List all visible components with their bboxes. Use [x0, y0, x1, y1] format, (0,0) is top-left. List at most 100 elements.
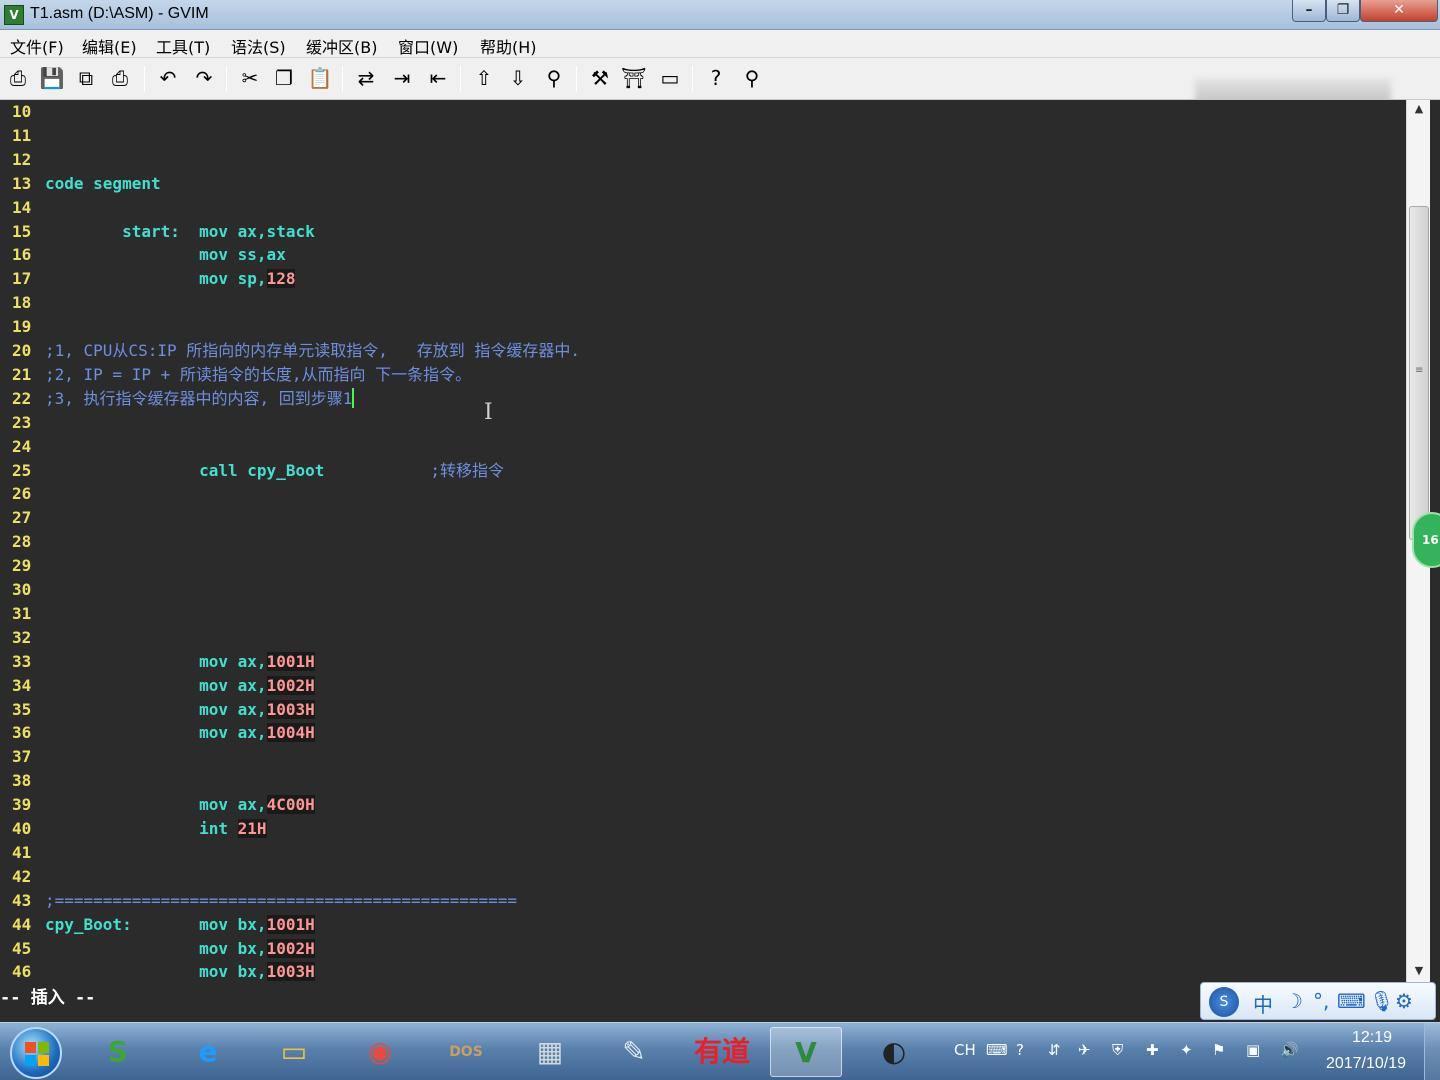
calculator-icon[interactable]: ▦: [514, 1027, 586, 1077]
help-icon[interactable]: ?: [702, 64, 730, 92]
code-line[interactable]: 45 mov bx,1002H: [0, 937, 315, 961]
code-line[interactable]: 37: [0, 745, 45, 769]
code-line[interactable]: 38: [0, 769, 45, 793]
minimize-button[interactable]: –: [1292, 0, 1326, 22]
start-button[interactable]: [10, 1027, 62, 1079]
menu-help[interactable]: 帮助(H): [480, 34, 537, 58]
language-indicator[interactable]: CH: [954, 1041, 976, 1059]
scroll-up-arrow-icon[interactable]: ▲: [1407, 102, 1431, 122]
satellite-icon[interactable]: ✈: [1078, 1041, 1091, 1059]
make-icon[interactable]: ⚒: [586, 64, 614, 92]
code-line[interactable]: 25 call cpy_Boot ;转移指令: [0, 459, 504, 483]
sogou-icon[interactable]: S: [82, 1027, 154, 1077]
code-line[interactable]: 29: [0, 554, 45, 578]
clock-date[interactable]: 2017/10/19: [1316, 1055, 1416, 1073]
code-line[interactable]: 40 int 21H: [0, 817, 267, 841]
code-line[interactable]: 24: [0, 435, 45, 459]
code-line[interactable]: 34 mov ax,1002H: [0, 674, 315, 698]
sogou-ime-icon[interactable]: S: [1209, 987, 1239, 1017]
action-center-flag-icon[interactable]: ⚑: [1212, 1041, 1225, 1059]
close-button[interactable]: ✕: [1360, 0, 1438, 22]
paste-icon[interactable]: 📋: [306, 64, 334, 92]
copy-icon[interactable]: ❐: [270, 64, 298, 92]
menu-edit[interactable]: 编辑(E): [82, 34, 137, 58]
run-script-icon[interactable]: ⚲: [540, 64, 568, 92]
help-tray-icon[interactable]: ?: [1016, 1041, 1024, 1059]
code-line[interactable]: 20 ;1, CPU从CS:IP 所指向的内存单元读取指令, 存放到 指令缓存器中…: [0, 339, 580, 363]
keyboard-icon[interactable]: ⌨: [986, 1041, 1008, 1059]
code-line[interactable]: 11: [0, 124, 45, 148]
ime-keyboard-icon[interactable]: ⌨: [1337, 989, 1366, 1013]
red-tray-icon[interactable]: ✦: [1180, 1041, 1193, 1059]
open-icon[interactable]: ⎙: [4, 64, 32, 92]
load-session-icon[interactable]: ⇧: [470, 64, 498, 92]
replace-icon[interactable]: ⇄: [352, 64, 380, 92]
redo-icon[interactable]: ↷: [190, 64, 218, 92]
clock-time[interactable]: 12:19: [1340, 1029, 1404, 1047]
code-line[interactable]: 22 ;3, 执行指令缓存器中的内容, 回到步骤1: [0, 387, 355, 411]
undo-icon[interactable]: ↶: [154, 64, 182, 92]
chrome-icon[interactable]: ◉: [344, 1027, 416, 1077]
menu-syntax[interactable]: 语法(S): [231, 34, 286, 58]
code-line[interactable]: 19: [0, 315, 45, 339]
find-help-icon[interactable]: ⚲: [738, 64, 766, 92]
code-line[interactable]: 23: [0, 411, 45, 435]
paint-icon[interactable]: ✎: [598, 1027, 670, 1077]
code-line[interactable]: 42: [0, 865, 45, 889]
code-line[interactable]: 18: [0, 291, 45, 315]
maximize-button[interactable]: ❐: [1326, 0, 1360, 22]
floating-badge[interactable]: 16: [1412, 512, 1440, 568]
code-line[interactable]: 44 cpy_Boot: mov bx,1001H: [0, 913, 315, 937]
shell-icon[interactable]: ⛩: [620, 64, 648, 92]
editor-area[interactable]: 10 11 12 13 code segment 14 15 start: mov ax,s…: [0, 100, 1406, 986]
code-line[interactable]: 21 ;2, IP = IP + 所读指令的长度,从而指向 下一条指令。: [0, 363, 471, 387]
code-line[interactable]: 43 ;=====================================…: [0, 889, 517, 913]
ime-moon-icon[interactable]: ☽: [1285, 989, 1303, 1013]
dosbox-icon[interactable]: DOS: [430, 1027, 502, 1077]
obs-icon[interactable]: ◐: [858, 1027, 930, 1077]
tray-arrow-icon[interactable]: ⇵: [1048, 1041, 1061, 1059]
print-icon[interactable]: ⎙: [106, 64, 134, 92]
ie-icon[interactable]: e: [172, 1027, 244, 1077]
title-bar[interactable]: V T1.asm (D:\ASM) - GVIM – ❐ ✕: [0, 0, 1440, 30]
save-session-icon[interactable]: ⇩: [504, 64, 532, 92]
code-line[interactable]: 12: [0, 148, 45, 172]
youdao-icon[interactable]: 有道: [686, 1027, 758, 1077]
code-line[interactable]: 35 mov ax,1003H: [0, 698, 315, 722]
code-line[interactable]: 39 mov ax,4C00H: [0, 793, 315, 817]
code-line[interactable]: 28: [0, 530, 45, 554]
scrollbar-thumb[interactable]: ≡: [1409, 206, 1429, 540]
code-line[interactable]: 46 mov bx,1003H: [0, 960, 315, 984]
save-all-icon[interactable]: ⧉: [72, 64, 100, 92]
code-line[interactable]: 36 mov ax,1004H: [0, 721, 315, 745]
code-line[interactable]: 15 start: mov ax,stack: [0, 220, 315, 244]
ime-chinese-icon[interactable]: 中: [1253, 989, 1273, 1018]
scroll-down-arrow-icon[interactable]: ▼: [1407, 964, 1431, 984]
code-line[interactable]: 27: [0, 506, 45, 530]
volume-icon[interactable]: 🔊: [1280, 1041, 1299, 1059]
ime-toolbar[interactable]: S 中 ☽ °, ⌨ 🎙 ⚙: [1200, 982, 1436, 1020]
menu-file[interactable]: 文件(F): [10, 34, 64, 58]
show-desktop-button[interactable]: [1424, 1023, 1440, 1080]
ime-mic-icon[interactable]: 🎙: [1369, 989, 1394, 1013]
tags-icon[interactable]: ▭: [656, 64, 684, 92]
code-line[interactable]: 16 mov ss,ax: [0, 243, 286, 267]
code-line[interactable]: 17 mov sp,128: [0, 267, 296, 291]
code-line[interactable]: 41: [0, 841, 45, 865]
find-prev-icon[interactable]: ⇤: [424, 64, 452, 92]
code-line[interactable]: 30: [0, 578, 45, 602]
security-shield-icon[interactable]: ⛨: [1112, 1041, 1123, 1059]
gvim-icon[interactable]: V: [770, 1027, 842, 1077]
menu-tools[interactable]: 工具(T): [156, 34, 210, 58]
code-line[interactable]: 26: [0, 482, 45, 506]
code-line[interactable]: 32: [0, 626, 45, 650]
code-line[interactable]: 33 mov ax,1001H: [0, 650, 315, 674]
find-next-icon[interactable]: ⇥: [388, 64, 416, 92]
network-icon[interactable]: ▣: [1246, 1041, 1260, 1059]
code-line[interactable]: 13 code segment: [0, 172, 161, 196]
ime-punct-icon[interactable]: °,: [1313, 989, 1329, 1013]
save-icon[interactable]: 💾: [38, 64, 66, 92]
code-line[interactable]: 31: [0, 602, 45, 626]
cut-icon[interactable]: ✂: [236, 64, 264, 92]
explorer-icon[interactable]: ▭: [258, 1027, 330, 1077]
